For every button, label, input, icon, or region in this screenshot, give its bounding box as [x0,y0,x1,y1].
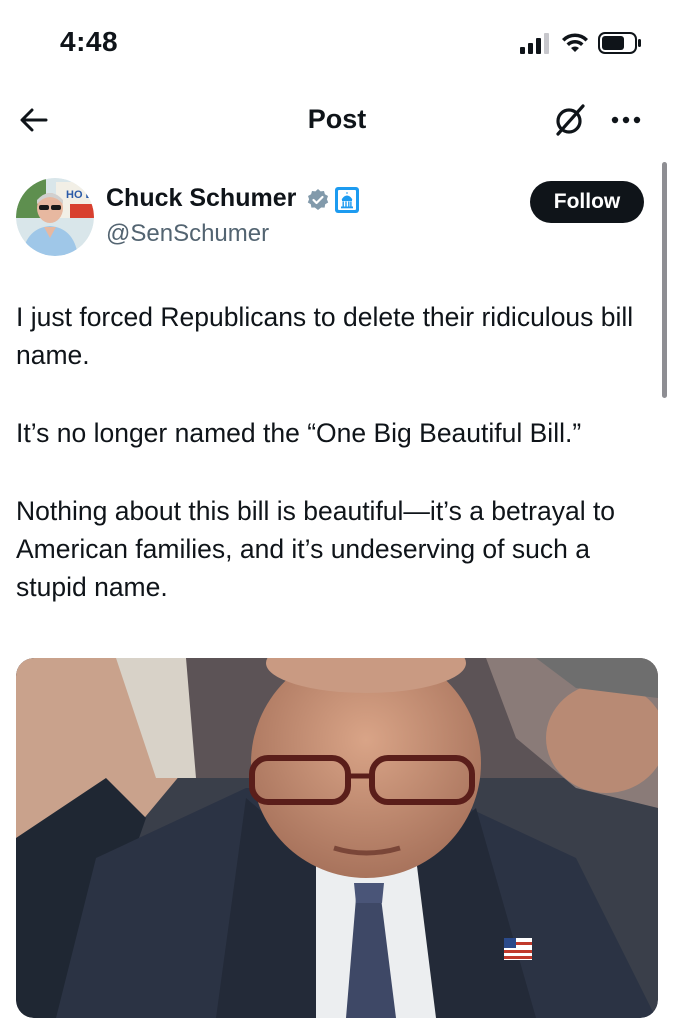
status-time: 4:48 [60,26,119,57]
government-badge-icon [335,187,359,213]
post-media-image[interactable] [16,658,658,1018]
grok-icon[interactable] [550,100,590,140]
post-paragraph: It’s no longer named the “One Big Beauti… [16,418,582,448]
post-paragraph: I just forced Republicans to delete thei… [16,302,634,370]
wifi-icon [562,33,588,52]
battery-icon [598,32,641,54]
post-paragraph: Nothing about this bill is beautiful—it’… [16,496,616,602]
more-icon[interactable] [606,100,646,140]
signal-icon [520,33,549,54]
post-text: I just forced Republicans to delete thei… [16,298,656,606]
nav-bar: Post [0,92,674,148]
follow-button[interactable]: Follow [530,181,644,223]
author-handle[interactable]: @SenSchumer [106,220,269,248]
verified-badge-icon [307,189,329,210]
status-bar: 4:48 [0,0,674,88]
avatar[interactable]: HO BI [16,178,94,256]
author-name[interactable]: Chuck Schumer [106,184,296,213]
author-row: HO BI Chuck Schumer @SenSchumer Follow [0,174,674,264]
avatar-sign-text: HO BI [66,189,94,201]
